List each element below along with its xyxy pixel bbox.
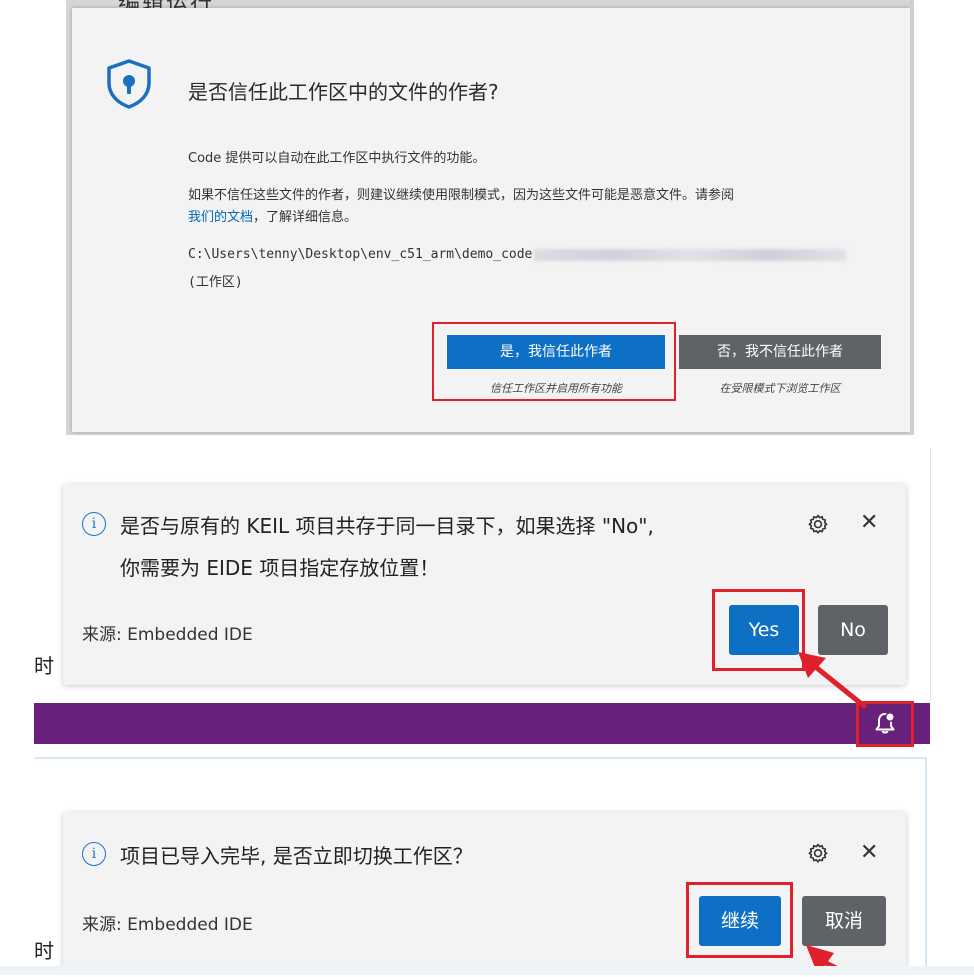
editor-border [930, 448, 931, 703]
dialog-title: 是否信任此工作区中的文件的作者? [188, 80, 499, 104]
close-icon[interactable]: ✕ [860, 842, 878, 864]
untrust-author-button[interactable]: 否，我不信任此作者 [679, 335, 881, 369]
dialog-line-3: 我们的文档，了解详细信息。 [188, 206, 357, 225]
background-text: 时 [34, 654, 54, 678]
untrust-button-subtitle: 在受限模式下浏览工作区 [719, 382, 841, 395]
scrollbar [910, 0, 914, 435]
path-text: C:\Users\tenny\Desktop\env_c51_arm\demo_… [188, 247, 533, 262]
trust-button-subtitle: 信任工作区并启用所有功能 [490, 382, 622, 395]
yes-button[interactable]: Yes [729, 605, 799, 655]
cancel-button[interactable]: 取消 [802, 896, 886, 946]
info-icon: i [82, 842, 106, 866]
shield-keyhole-icon [107, 59, 151, 109]
docs-link[interactable]: 我们的文档 [188, 210, 253, 225]
gear-icon[interactable] [806, 841, 830, 865]
dialog-line-3-rest: ，了解详细信息。 [253, 210, 358, 225]
editor-border [925, 757, 927, 975]
gear-icon[interactable] [806, 512, 830, 536]
notification-message: 项目已导入完毕, 是否立即切换工作区？ [120, 844, 473, 868]
notification-source: 来源: Embedded IDE [82, 625, 253, 645]
dialog-line-2: 如果不信任这些文件的作者，则建议继续使用限制模式，因为这些文件可能是恶意文件。请… [188, 188, 735, 203]
bell-icon[interactable] [873, 710, 897, 736]
bottom-strip [0, 966, 974, 975]
annotation-arrow [798, 652, 867, 709]
close-icon[interactable]: ✕ [860, 512, 878, 534]
info-icon: i [82, 512, 106, 536]
continue-button[interactable]: 继续 [699, 896, 781, 946]
background-text: 时 [34, 939, 54, 963]
workspace-path: C:\Users\tenny\Desktop\env_c51_arm\demo_… [188, 247, 847, 262]
workspace-label: (工作区) [188, 275, 243, 290]
dialog-line-1: Code 提供可以自动在此工作区中执行文件的功能。 [188, 151, 486, 166]
notification-message-line2: 你需要为 EIDE 项目指定存放位置！ [120, 556, 440, 580]
blurred-path-segment [534, 248, 847, 261]
trust-author-button[interactable]: 是，我信任此作者 [447, 335, 665, 369]
notification-source: 来源: Embedded IDE [82, 915, 253, 935]
notification-message-line1: 是否与原有的 KEIL 项目共存于同一目录下，如果选择 "No", [120, 514, 654, 538]
